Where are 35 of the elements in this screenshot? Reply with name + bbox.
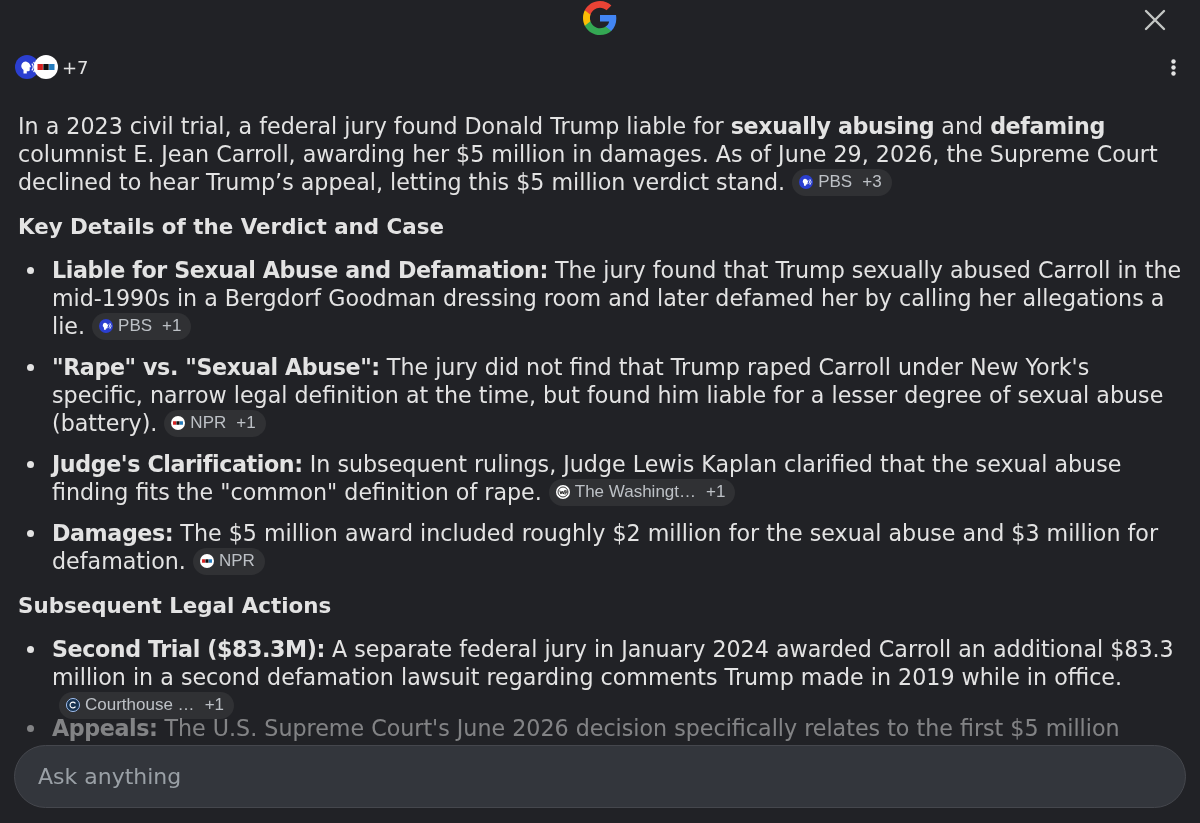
bullet-icon (27, 461, 34, 468)
bullet-text: Damages: The $5 million award included roughly $2 million for the sexual abuse and $3 million for defamation. NPR (52, 519, 1160, 575)
citation-chip[interactable]: PBS +3 (792, 168, 892, 196)
monogram-logo-icon (555, 485, 570, 499)
google-logo-icon (583, 1, 617, 35)
color-blocks-icon (34, 55, 58, 79)
close-button[interactable] (1144, 9, 1166, 31)
bullet-text: Liable for Sexual Abuse and Defamation: The jury found that Trump sexually abused Carroll in the mid-1990s in a Bergdorf Goodman dressing room and later defamed her by calling her allegations a lie. PBS +1 (52, 256, 1182, 340)
ask-field[interactable]: Ask anything (14, 745, 1186, 808)
more-options-icon (1171, 58, 1176, 76)
bullet-text: Second Trial ($83.3M): A separate federal jury in January 2024 awarded Carroll an additional $83.3 million in a second defamation lawsuit regarding comments Trump made in 2019 while in office. Courthouse … +1 (52, 635, 1182, 719)
color-blocks-icon (199, 554, 214, 568)
bullet-icon (27, 530, 34, 537)
bullet-icon (27, 267, 34, 274)
bullet-text: Appeals: The U.S. Supreme Court's June 2026 decision specifically relates to the first $5 million (52, 717, 1121, 739)
citation-chip[interactable]: The Washingt… +1 (548, 478, 736, 506)
bullet-text: Judge's Clarification: In subsequent rulings, Judge Lewis Kaplan clarified that the sexual abuse finding fits the "common" definition of rape. The Washingt… +1 (52, 450, 1123, 506)
more-options-button[interactable] (1171, 58, 1176, 76)
citation-chip[interactable]: Courthouse … +1 (59, 691, 234, 719)
section-heading: Key Details of the Verdict and Case (18, 213, 445, 241)
citation-chip[interactable]: NPR +1 (164, 409, 266, 437)
head-profile-icon (799, 175, 814, 189)
answer-paragraph: In a 2023 civil trial, a federal jury found Donald Trump liable for sexually abusing and defaming columnist E. Jean Carroll, awarding her $5 million in damages. As of June 29, 2026, the Supreme Court declined to hear Trump’s appeal, letting this $5 million verdict stand. PBS +3 (18, 112, 1159, 196)
citation-chip[interactable]: PBS +1 (92, 312, 192, 340)
citation-chip[interactable]: NPR (192, 547, 265, 575)
section-heading: Subsequent Legal Actions (18, 592, 333, 620)
color-blocks-icon (171, 416, 186, 430)
more-sources-count[interactable]: +7 (62, 56, 89, 78)
bullet-icon (27, 725, 34, 732)
bullet-icon (27, 364, 34, 371)
close-icon (1144, 9, 1166, 31)
bullet-text: "Rape" vs. "Sexual Abuse": The jury did not find that Trump raped Carroll under New York's specific, narrow legal definition at the time, but found him liable for a lesser degree of sexual abuse (battery). NPR +1 (52, 353, 1165, 437)
letter-c-icon (66, 698, 80, 712)
head-profile-icon (99, 319, 114, 333)
bullet-icon (27, 646, 34, 653)
